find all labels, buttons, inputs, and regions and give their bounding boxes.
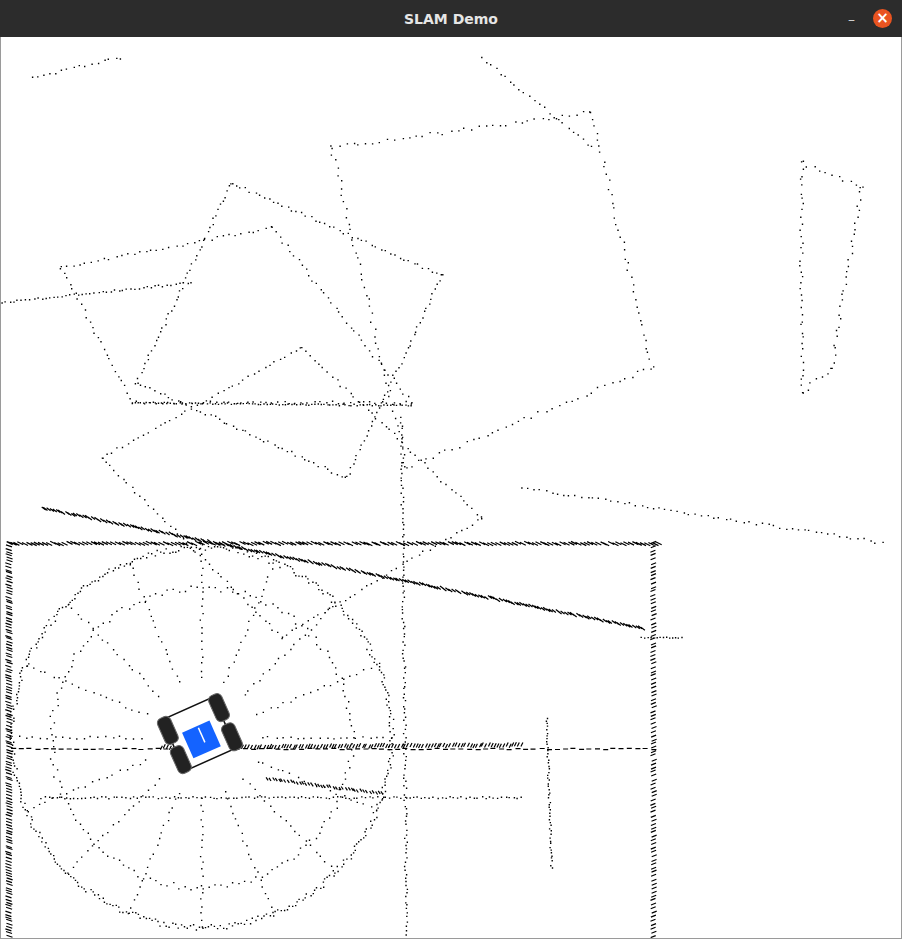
window-controls: –× — [846, 9, 892, 28]
title-bar[interactable]: SLAM Demo –× — [0, 0, 902, 37]
wall-scan — [5, 507, 661, 938]
slam-window: SLAM Demo –× — [0, 0, 902, 939]
slam-map — [1, 37, 901, 938]
robot-icon — [156, 692, 244, 775]
close-button[interactable]: × — [873, 9, 892, 28]
window-title: SLAM Demo — [404, 11, 498, 27]
point-cloud — [1, 57, 883, 938]
minimize-button[interactable]: – — [846, 10, 857, 28]
map-canvas[interactable] — [0, 37, 902, 939]
